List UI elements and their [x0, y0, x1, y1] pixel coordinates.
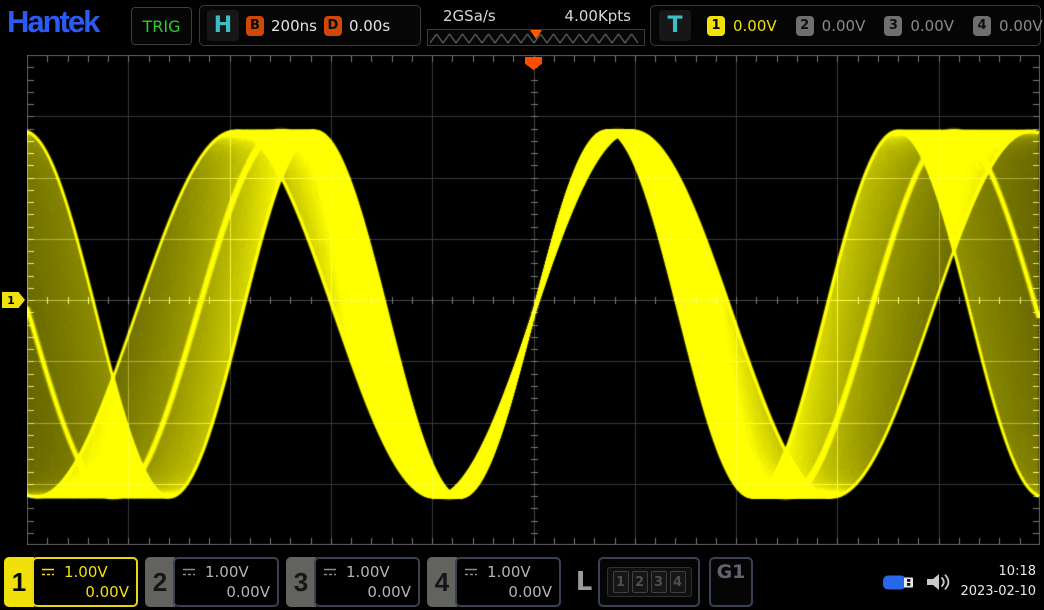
clock: 10:18 2023-02-10 [960, 562, 1036, 602]
channel1-marker-label: 1 [7, 294, 15, 307]
logic-chip-3[interactable]: 3 [651, 571, 667, 593]
g1-button[interactable]: G1 [709, 557, 753, 607]
speaker-icon[interactable] [925, 571, 951, 593]
channel3-button[interactable]: 3 1.00V 0.00V [286, 557, 420, 607]
channel3-scale: 1.00V [346, 563, 390, 581]
channel2-readout[interactable]: 1.00V 0.00V [173, 557, 279, 607]
channel4-scale: 1.00V [487, 563, 531, 581]
logic-chip-row: 1 2 3 4 [607, 567, 692, 597]
time-value: 10:18 [960, 562, 1036, 582]
acquisition-info: 2GSa/s 4.00Kpts [427, 7, 645, 46]
trigger-menu-button[interactable]: T [659, 10, 691, 41]
channel1-button[interactable]: 1 1.00V 0.00V [4, 557, 138, 607]
top-bar: Hantek TRIG H B 200ns D 0.00s 2GSa/s 4.0… [0, 0, 1044, 52]
date-value: 2023-02-10 [960, 582, 1036, 602]
logic-chip-2[interactable]: 2 [632, 571, 648, 593]
usb-icon[interactable] [882, 571, 916, 593]
channel1-number[interactable]: 1 [4, 557, 34, 607]
channel2-offset: 0.00V [182, 583, 270, 601]
channel3-offset: 0.00V [323, 583, 411, 601]
channel2-button[interactable]: 2 1.00V 0.00V [145, 557, 279, 607]
channel1-offset: 0.00V [41, 583, 129, 601]
channel4-offset: 0.00V [464, 583, 552, 601]
preview-trigger-marker[interactable] [530, 30, 542, 39]
channel3-readout[interactable]: 1.00V 0.00V [314, 557, 420, 607]
channel1-readout[interactable]: 1.00V 0.00V [32, 557, 138, 607]
trigger-source-badge[interactable]: 1 [707, 16, 725, 36]
channel3-number[interactable]: 3 [286, 557, 316, 607]
channel4-button[interactable]: 4 1.00V 0.00V [427, 557, 561, 607]
wave-preview[interactable] [427, 29, 645, 46]
dc-coupling-icon [41, 567, 56, 577]
waveform-canvas [27, 55, 1040, 545]
channel4-readout[interactable]: 1.00V 0.00V [455, 557, 561, 607]
sample-rate: 2GSa/s [443, 7, 496, 25]
channel3-badge[interactable]: 3 [884, 16, 902, 36]
channel2-badge[interactable]: 2 [796, 16, 814, 36]
channel3-level: 0.00V [910, 17, 954, 35]
timebase-value[interactable]: 200ns [271, 17, 317, 35]
channel-bar: 1 1.00V 0.00V 2 1.00V 0.00V [0, 554, 1044, 610]
status-cluster: 10:18 2023-02-10 [882, 562, 1040, 602]
channel2-scale: 1.00V [205, 563, 249, 581]
channel1-level-marker[interactable]: 1 [2, 292, 25, 308]
dc-coupling-icon [323, 567, 338, 577]
delay-value[interactable]: 0.00s [349, 17, 390, 35]
logic-readout[interactable]: 1 2 3 4 [598, 557, 700, 607]
trigger-level-value[interactable]: 0.00V [733, 17, 777, 35]
channel4-number[interactable]: 4 [427, 557, 457, 607]
trig-indicator: TRIG [131, 7, 192, 45]
g1-label: G1 [717, 561, 746, 583]
dc-coupling-icon [182, 567, 197, 577]
logic-channels-button[interactable]: L 1 2 3 4 [570, 557, 700, 607]
channel4-badge[interactable]: 4 [973, 16, 991, 36]
channel2-level: 0.00V [822, 17, 866, 35]
timebase-badge: B [246, 16, 264, 36]
brand-logo: Hantek [7, 4, 98, 40]
memory-depth: 4.00Kpts [565, 7, 631, 25]
channel1-scale: 1.00V [64, 563, 108, 581]
logic-chip-1[interactable]: 1 [613, 571, 629, 593]
horizontal-menu-button[interactable]: H [207, 10, 239, 41]
dc-coupling-icon [464, 567, 479, 577]
trigger-panel[interactable]: T 1 0.00V 2 0.00V 3 0.00V 4 0.00V A [650, 5, 1041, 46]
trig-label: TRIG [142, 17, 180, 36]
logic-chip-4[interactable]: 4 [670, 571, 686, 593]
waveform-display: 1 [27, 55, 1040, 545]
logic-label[interactable]: L [570, 557, 598, 607]
horizontal-panel[interactable]: H B 200ns D 0.00s [199, 5, 421, 46]
delay-badge: D [324, 16, 342, 36]
channel2-number[interactable]: 2 [145, 557, 175, 607]
channel4-level: 0.00V [999, 17, 1043, 35]
